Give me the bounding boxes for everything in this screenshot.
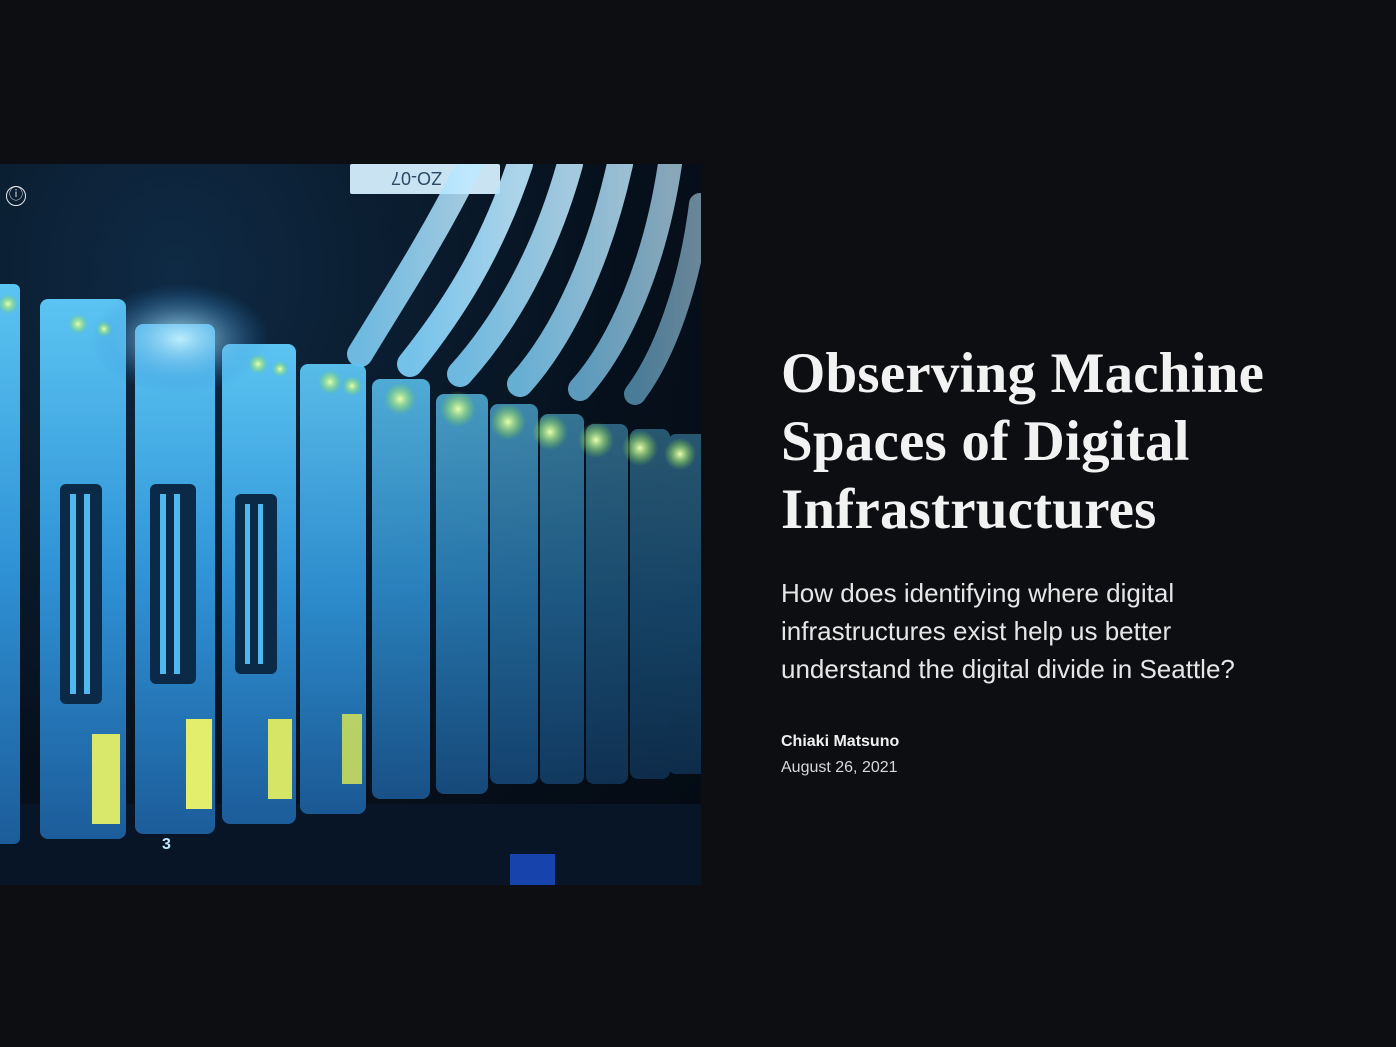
drive-bay: 3 xyxy=(135,324,215,853)
cable-tag-text: ZO-07 xyxy=(391,168,442,188)
drive-number: 3 xyxy=(162,836,171,853)
drive-bay xyxy=(540,414,584,784)
article-subtitle: How does identifying where digital infra… xyxy=(781,578,1235,684)
drive-bay xyxy=(490,404,538,784)
drive-bay xyxy=(300,364,366,814)
drive-bay xyxy=(222,344,296,824)
drive-bay xyxy=(372,379,430,799)
drive-bay xyxy=(630,429,701,779)
article-header: Observing Machine Spaces of Digital Infr… xyxy=(781,340,1341,778)
drive-bay xyxy=(0,284,20,844)
author-name: Chiaki Matsuno xyxy=(781,733,900,750)
article-title: Observing Machine Spaces of Digital Infr… xyxy=(781,342,1265,541)
light-glow xyxy=(90,284,270,394)
info-icon[interactable]: ⓘ xyxy=(6,186,26,206)
publish-date: August 26, 2021 xyxy=(781,759,898,776)
drive-bay xyxy=(40,299,126,839)
network-cables xyxy=(347,164,701,405)
drive-bay xyxy=(436,394,488,794)
drive-bay xyxy=(586,424,628,784)
hero-image: ZO-07 3 xyxy=(0,164,701,885)
